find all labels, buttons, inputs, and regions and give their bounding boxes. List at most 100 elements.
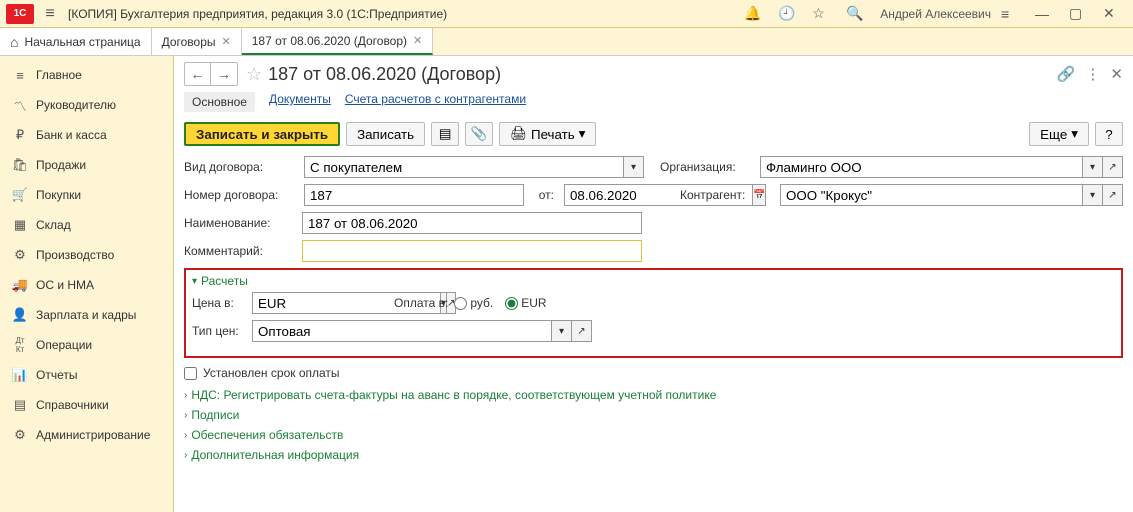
open-icon[interactable]: ↗ <box>1103 184 1123 206</box>
obligations-expand[interactable]: ›Обеспечения обязательств <box>184 428 1123 442</box>
chevron-down-icon: ▾ <box>192 276 197 287</box>
tab-home[interactable]: ⌂ Начальная страница <box>0 28 152 55</box>
dropdown-icon[interactable]: ▾ <box>552 320 572 342</box>
back-button[interactable]: ← <box>185 63 211 85</box>
sidebar-item-label: Главное <box>36 68 82 82</box>
search-icon[interactable]: 🔍 <box>846 5 870 22</box>
close-icon[interactable]: ✕ <box>413 34 422 47</box>
sidebar-item-manager[interactable]: 〽Руководителю <box>0 90 173 120</box>
dropdown-icon[interactable]: ▾ <box>1083 184 1103 206</box>
price-type-input[interactable] <box>252 320 552 342</box>
print-button[interactable]: 🖨Печать▾ <box>499 122 596 146</box>
tab-contract-detail[interactable]: 187 от 08.06.2020 (Договор) ✕ <box>242 28 434 55</box>
pay-in-label: Оплата в: <box>394 296 448 310</box>
chevron-right-icon: › <box>184 410 187 421</box>
menu-icon: ≡ <box>10 68 30 83</box>
org-input[interactable] <box>760 156 1083 178</box>
number-input[interactable] <box>304 184 524 206</box>
sidebar-item-directories[interactable]: ▤Справочники <box>0 390 173 420</box>
due-date-checkbox[interactable] <box>184 367 197 380</box>
sidebar-item-main[interactable]: ≡ Главное <box>0 60 173 90</box>
sidebar-item-label: Покупки <box>36 188 81 202</box>
pay-rub-radio[interactable]: руб. <box>454 296 493 310</box>
price-type-label: Тип цен: <box>192 324 246 338</box>
sidebar-item-label: Продажи <box>36 158 86 172</box>
toolbar: Записать и закрыть Записать ▤ 📎 🖨Печать▾… <box>184 122 1123 146</box>
nds-label: НДС: Регистрировать счета-фактуры на ава… <box>191 388 716 402</box>
maximize-icon[interactable]: ▢ <box>1069 5 1093 22</box>
help-button[interactable]: ? <box>1095 122 1123 146</box>
addinfo-expand[interactable]: ›Дополнительная информация <box>184 448 1123 462</box>
attach-button[interactable]: 📎 <box>465 122 493 146</box>
sidebar-item-admin[interactable]: ⚙Администрирование <box>0 420 173 450</box>
history-icon[interactable]: 🕘 <box>778 5 802 22</box>
subnav-main[interactable]: Основное <box>184 92 255 112</box>
nds-expand[interactable]: › НДС: Регистрировать счета-фактуры на ав… <box>184 388 1123 402</box>
sidebar-item-label: Склад <box>36 218 71 232</box>
contract-type-label: Вид договора: <box>184 160 294 174</box>
contract-type-input[interactable] <box>304 156 624 178</box>
sidebar-item-bank[interactable]: ₽Банк и касса <box>0 120 173 150</box>
radio-label: EUR <box>521 296 546 310</box>
name-input[interactable] <box>302 212 642 234</box>
due-date-label: Установлен срок оплаты <box>203 366 340 380</box>
sidebar-item-sales[interactable]: 🛍 Продажи <box>0 150 173 180</box>
sidebar-item-salary[interactable]: 👤Зарплата и кадры <box>0 300 173 330</box>
favorite-star-icon[interactable]: ☆ <box>246 64 262 85</box>
sidebar-item-purchases[interactable]: 🛒Покупки <box>0 180 173 210</box>
user-label[interactable]: Андрей Алексеевич <box>880 7 991 21</box>
home-icon: ⌂ <box>10 34 18 50</box>
list-button[interactable]: ▤ <box>431 122 459 146</box>
menu-burger-icon[interactable]: ≡ <box>38 5 62 23</box>
comment-input[interactable] <box>302 240 642 262</box>
signatures-expand[interactable]: ›Подписи <box>184 408 1123 422</box>
sidebar-item-label: Производство <box>36 248 114 262</box>
dropdown-icon[interactable]: ▾ <box>1083 156 1103 178</box>
number-label: Номер договора: <box>184 188 294 202</box>
gear-icon: ⚙ <box>10 427 30 443</box>
person-icon: 👤 <box>10 307 30 323</box>
tab-label: Договоры <box>162 35 216 49</box>
open-icon[interactable]: ↗ <box>572 320 592 342</box>
more-button[interactable]: Еще▾ <box>1029 122 1089 146</box>
counterparty-input[interactable] <box>780 184 1083 206</box>
chevron-right-icon: › <box>184 390 187 401</box>
forward-button[interactable]: → <box>211 63 237 85</box>
save-button[interactable]: Записать <box>346 122 425 146</box>
star-icon[interactable]: ☆ <box>812 5 836 22</box>
open-icon[interactable]: ↗ <box>1103 156 1123 178</box>
subnav-documents[interactable]: Документы <box>269 92 331 112</box>
sidebar-item-label: Отчеты <box>36 368 77 382</box>
close-page-icon[interactable]: ✕ <box>1110 65 1123 83</box>
kebab-icon[interactable]: ⋮ <box>1085 65 1100 83</box>
subnav-accounts[interactable]: Счета расчетов с контрагентами <box>345 92 526 112</box>
calc-section-header[interactable]: ▾ Расчеты <box>192 274 1115 288</box>
dropdown-icon[interactable]: ▾ <box>624 156 644 178</box>
app-logo: 1C <box>6 4 34 24</box>
print-label: Печать <box>531 127 575 142</box>
window-title: [КОПИЯ] Бухгалтерия предприятия, редакци… <box>62 7 744 21</box>
sidebar-item-production[interactable]: ⚙ Производство <box>0 240 173 270</box>
sidebar-item-warehouse[interactable]: ▦Склад <box>0 210 173 240</box>
tabs-bar: ⌂ Начальная страница Договоры ✕ 187 от 0… <box>0 28 1133 56</box>
radio-label: руб. <box>470 296 493 310</box>
bag-icon: 🛍 <box>10 157 30 173</box>
chevron-right-icon: › <box>184 450 187 461</box>
barchart-icon: 📊 <box>10 367 30 383</box>
pay-eur-radio[interactable]: EUR <box>505 296 546 310</box>
bell-icon[interactable]: 🔔 <box>744 5 768 22</box>
sidebar-item-reports[interactable]: 📊 Отчеты <box>0 360 173 390</box>
link-icon[interactable]: 🔗 <box>1057 65 1076 83</box>
close-window-icon[interactable]: ✕ <box>1103 5 1127 22</box>
minimize-icon[interactable]: — <box>1035 6 1059 22</box>
settings-bars-icon[interactable]: ≡ <box>1001 6 1025 22</box>
sidebar-item-operations[interactable]: ДтКтОперации <box>0 330 173 360</box>
factory-icon: ⚙ <box>10 247 30 263</box>
sidebar-item-assets[interactable]: 🚚ОС и НМА <box>0 270 173 300</box>
nav-back-forward: ← → <box>184 62 238 86</box>
save-close-button[interactable]: Записать и закрыть <box>184 122 340 146</box>
tab-contracts[interactable]: Договоры ✕ <box>152 28 242 55</box>
close-icon[interactable]: ✕ <box>222 35 231 48</box>
debit-credit-icon: ДтКт <box>10 336 30 354</box>
truck-icon: 🚚 <box>10 277 30 293</box>
